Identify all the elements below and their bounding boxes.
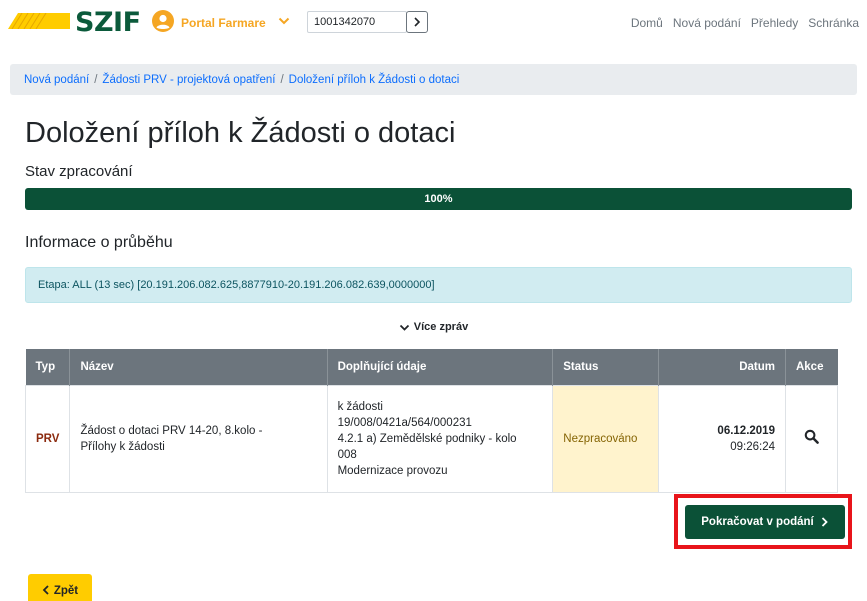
nazev-line: Žádost o dotaci PRV 14-20, 8.kolo -	[80, 424, 263, 437]
chevron-right-icon	[821, 517, 828, 527]
doplnujici-line: k žádosti	[337, 400, 383, 413]
info-heading: Informace o průběhu	[25, 234, 173, 251]
client-id-input[interactable]	[307, 11, 407, 33]
page-title: Doložení příloh k Žádosti o dotaci	[25, 117, 456, 149]
cell-doplnujici: k žádosti 19/008/0421a/564/000231 4.2.1 …	[326, 384, 554, 493]
more-messages-toggle[interactable]: Více zpráv	[0, 321, 867, 333]
breadcrumb-item-nova-podani[interactable]: Nová podání	[24, 74, 89, 86]
row-time: 09:26:24	[730, 440, 775, 453]
table-header-row: Typ Název Doplňující údaje Status Datum …	[25, 349, 838, 385]
col-akce: Akce	[785, 349, 838, 385]
client-id-submit-button[interactable]	[406, 11, 428, 33]
chevron-down-icon	[399, 324, 409, 331]
breadcrumb: Nová podání / Žádosti PRV - projektová o…	[10, 64, 857, 95]
szif-logo-stripes-icon	[8, 13, 70, 29]
cell-status: Nezpracováno	[552, 384, 660, 493]
back-button[interactable]: Zpět	[28, 574, 92, 601]
nav-domu[interactable]: Domů	[631, 16, 663, 30]
doplnujici-line: Modernizace provozu	[337, 464, 448, 477]
cell-typ: PRV	[24, 384, 71, 493]
chevron-left-icon	[42, 585, 49, 595]
breadcrumb-separator: /	[280, 73, 284, 86]
chevron-right-icon	[414, 17, 421, 27]
doplnujici-line: 19/008/0421a/564/000231	[337, 416, 472, 429]
progress-fill: 100%	[25, 188, 852, 210]
chevron-down-icon[interactable]	[278, 15, 290, 27]
nav-schranka[interactable]: Schránka	[808, 16, 859, 30]
col-datum[interactable]: Datum	[658, 349, 786, 385]
cell-nazev: Žádost o dotaci PRV 14-20, 8.kolo - Příl…	[69, 384, 328, 493]
doplnujici-line: 4.2.1 a) Zemědělské podniky - kolo	[337, 432, 517, 445]
top-header: SZIF Portal Farmare Domů Nová podání Pře…	[0, 0, 867, 48]
progress-label: 100%	[424, 193, 453, 205]
breadcrumb-item-current[interactable]: Doložení příloh k Žádosti o dotaci	[289, 74, 460, 86]
search-icon[interactable]	[804, 429, 819, 444]
col-status[interactable]: Status	[552, 349, 660, 385]
progress-bar: 100%	[25, 188, 852, 210]
nav-nova-podani[interactable]: Nová podání	[673, 16, 741, 30]
info-alert: Etapa: ALL (13 sec) [20.191.206.082.625,…	[25, 267, 852, 303]
more-messages-label: Více zpráv	[413, 321, 469, 333]
nav-prehledy[interactable]: Přehledy	[751, 16, 798, 30]
portal-farmare-menu[interactable]: Portal Farmare	[181, 16, 266, 30]
continue-button[interactable]: Pokračovat v podání	[685, 505, 845, 539]
breadcrumb-item-zadosti-prv[interactable]: Žádosti PRV - projektová opatření	[102, 74, 275, 86]
user-avatar-icon[interactable]	[152, 10, 174, 32]
breadcrumb-separator: /	[94, 73, 98, 86]
back-label: Zpět	[53, 585, 79, 597]
submissions-table: Typ Název Doplňující údaje Status Datum …	[24, 349, 839, 493]
row-date: 06.12.2019	[717, 424, 775, 437]
status-heading: Stav zpracování	[25, 163, 133, 180]
top-nav: Domů Nová podání Přehledy Schránka	[631, 16, 859, 30]
table-row: PRV Žádost o dotaci PRV 14-20, 8.kolo - …	[24, 384, 839, 493]
col-typ[interactable]: Typ	[25, 349, 71, 385]
cell-akce	[784, 384, 839, 493]
col-doplnujici[interactable]: Doplňující údaje	[327, 349, 554, 385]
col-nazev[interactable]: Název	[69, 349, 328, 385]
doplnujici-line: 008	[337, 448, 357, 461]
cell-datum: 06.12.2019 09:26:24	[658, 384, 786, 493]
nazev-line: Přílohy k žádosti	[80, 440, 165, 453]
szif-logo[interactable]: SZIF	[75, 9, 141, 37]
continue-label: Pokračovat v podání	[701, 516, 814, 528]
